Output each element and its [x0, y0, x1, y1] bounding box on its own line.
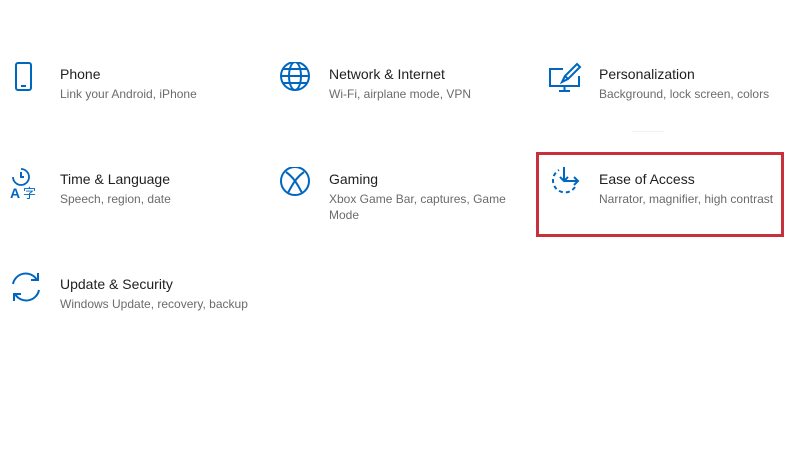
tile-description: Background, lock screen, colors	[599, 87, 770, 101]
tile-time-language[interactable]: A 字 Time & Language Speech, region, date	[10, 167, 250, 247]
globe-icon	[279, 62, 313, 96]
sync-icon	[10, 272, 44, 306]
settings-grid: Phone Link your Android, iPhone Network …	[0, 0, 800, 450]
tile-gaming[interactable]: Gaming Xbox Game Bar, captures, Game Mod…	[279, 167, 519, 247]
tile-title: Phone	[60, 66, 101, 82]
tile-title: Ease of Access	[599, 171, 695, 187]
tile-description: Windows Update, recovery, backup	[60, 297, 248, 311]
tile-description: Link your Android, iPhone	[60, 87, 197, 101]
tile-network-internet[interactable]: Network & Internet Wi-Fi, airplane mode,…	[279, 62, 519, 142]
tile-description: Speech, region, date	[60, 192, 171, 206]
phone-icon	[10, 62, 44, 96]
tile-description: Narrator, magnifier, high contrast	[599, 192, 774, 206]
tile-phone[interactable]: Phone Link your Android, iPhone	[10, 62, 250, 142]
divider	[632, 131, 664, 132]
svg-text:A: A	[10, 185, 20, 201]
tile-title: Update & Security	[60, 276, 173, 292]
tile-title: Network & Internet	[329, 66, 445, 82]
paintbrush-monitor-icon	[549, 62, 583, 96]
tile-description: Xbox Game Bar, captures, Game Mode	[329, 192, 506, 222]
ease-of-access-icon	[549, 167, 583, 201]
tile-ease-of-access[interactable]: Ease of Access Narrator, magnifier, high…	[549, 167, 789, 247]
time-language-icon: A 字	[10, 167, 44, 201]
tile-title: Gaming	[329, 171, 379, 187]
tile-title: Personalization	[599, 66, 695, 82]
svg-text:字: 字	[23, 187, 36, 201]
tile-personalization[interactable]: Personalization Background, lock screen,…	[549, 62, 789, 142]
xbox-icon	[279, 167, 313, 201]
tile-update-security[interactable]: Update & Security Windows Update, recove…	[10, 272, 250, 352]
tile-title: Time & Language	[60, 171, 170, 187]
tile-description: Wi-Fi, airplane mode, VPN	[329, 87, 472, 101]
